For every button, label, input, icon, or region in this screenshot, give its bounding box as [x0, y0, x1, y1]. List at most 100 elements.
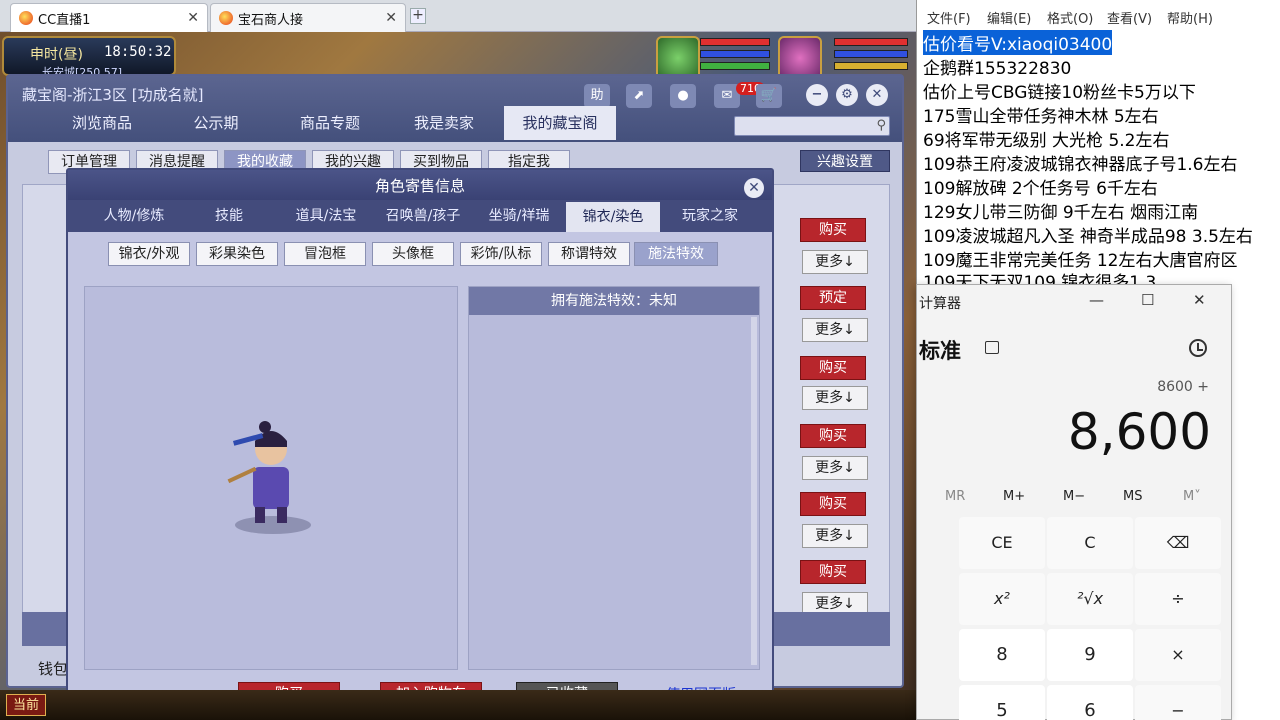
browser-tab-cc-live[interactable]: CC直播1 ✕ [10, 3, 208, 32]
subtab-outfit[interactable]: 锦衣/外观 [108, 242, 190, 266]
tab-browse[interactable]: 浏览商品 [48, 106, 156, 140]
notepad-line[interactable]: 129女儿带三防御 9千左右 烟雨江南 [923, 198, 1198, 223]
memory-list-button[interactable]: M˅ [1183, 489, 1201, 504]
subtab-bubble[interactable]: 冒泡框 [284, 242, 366, 266]
buy-button[interactable]: 购买 [800, 560, 866, 584]
new-tab-button[interactable]: + [410, 8, 426, 24]
current-channel-button[interactable]: 当前 [6, 694, 46, 716]
keep-on-top-icon[interactable] [985, 341, 999, 354]
digit-8-button[interactable]: 8 [959, 629, 1045, 681]
subtab-avatar-frame[interactable]: 头像框 [372, 242, 454, 266]
player-mp-bar [834, 50, 908, 58]
tab-public[interactable]: 公示期 [162, 106, 270, 140]
memory-add-button[interactable]: M+ [1003, 489, 1025, 504]
buy-button[interactable]: 购买 [800, 218, 866, 242]
backspace-button[interactable]: ⌫ [1135, 517, 1221, 569]
subtab-dye[interactable]: 彩果染色 [196, 242, 278, 266]
more-button[interactable]: 更多↓ [802, 250, 868, 274]
divide-button[interactable]: ÷ [1135, 573, 1221, 625]
memory-store-button[interactable]: MS [1123, 489, 1142, 504]
tab-close-icon[interactable]: ✕ [187, 10, 199, 26]
notepad-line[interactable]: 109解放碑 2个任务号 6千左右 [923, 174, 1158, 199]
character-sprite [227, 421, 311, 534]
scrollbar[interactable] [751, 317, 757, 665]
reserve-button[interactable]: 预定 [800, 286, 866, 310]
wallet-label: 钱包 [38, 660, 69, 678]
close-icon[interactable]: ✕ [1193, 291, 1206, 309]
dialog-close-icon[interactable]: ✕ [744, 178, 764, 198]
square-button[interactable]: x² [959, 573, 1045, 625]
square-root-button[interactable]: ²√x [1047, 573, 1133, 625]
menu-edit[interactable]: 编辑(E) [977, 0, 1037, 30]
cbg-title: 藏宝阁-浙江3区 [功成名就] [22, 86, 204, 104]
search-icon[interactable]: ⚲ [876, 118, 886, 133]
tab-topics[interactable]: 商品专题 [276, 106, 384, 140]
history-icon[interactable] [1189, 339, 1207, 357]
pet-exp-bar [700, 62, 770, 70]
interest-settings-button[interactable]: 兴趣设置 [800, 150, 890, 172]
subtab-spell-effect[interactable]: 施法特效 [634, 242, 718, 266]
cbg-header: 藏宝阁-浙江3区 [功成名就] 助 ⬈ ● ✉ 710 🛒 − ⚙ ✕ 浏览商品… [8, 76, 902, 142]
buy-button[interactable]: 购买 [800, 492, 866, 516]
help-icon[interactable]: 助 [584, 84, 610, 108]
minimize-icon[interactable]: — [1089, 291, 1104, 309]
notepad-line[interactable]: 估价看号V:xiaoqi03400 [923, 30, 1113, 55]
calculator-mode[interactable]: 标准 [919, 335, 961, 365]
tab-character[interactable]: 人物/修炼 [90, 200, 178, 232]
tab-home[interactable]: 玩家之家 [666, 200, 754, 232]
digit-6-button[interactable]: 6 [1047, 685, 1133, 720]
buy-button[interactable]: 购买 [800, 424, 866, 448]
calculator-window: 计算器 — ☐ ✕ 标准 8600 + 8,600 MR M+ M− MS M˅… [916, 284, 1232, 720]
tab-seller[interactable]: 我是卖家 [390, 106, 498, 140]
game-client-area[interactable]: CC直播1 ✕ 宝石商人接 ✕ + 申时(昼) 18:50:32 长安城[250… [0, 0, 916, 720]
clock-period: 申时(昼) [30, 47, 83, 63]
clear-button[interactable]: C [1047, 517, 1133, 569]
menu-help[interactable]: 帮助(H) [1157, 0, 1217, 30]
memory-subtract-button[interactable]: M− [1063, 489, 1085, 504]
more-button[interactable]: 更多↓ [802, 318, 868, 342]
multiply-button[interactable]: × [1135, 629, 1221, 681]
tab-mounts[interactable]: 坐骑/祥瑞 [472, 200, 566, 232]
pet-mp-bar [700, 50, 770, 58]
notepad-line[interactable]: 109凌波城超凡入圣 神奇半成品98 3.5左右 [923, 222, 1253, 247]
more-button[interactable]: 更多↓ [802, 524, 868, 548]
more-button[interactable]: 更多↓ [802, 386, 868, 410]
cart-icon[interactable]: 🛒 [756, 84, 782, 108]
minimize-icon[interactable]: − [806, 84, 828, 106]
notepad-line[interactable]: 69将军带无级别 大光枪 5.2左右 [923, 126, 1169, 151]
close-icon[interactable]: ✕ [866, 84, 888, 106]
menu-format[interactable]: 格式(O) [1037, 0, 1097, 30]
maximize-icon[interactable]: ☐ [1141, 291, 1154, 309]
spell-effect-panel: 拥有施法特效：未知 [468, 286, 760, 670]
digit-9-button[interactable]: 9 [1047, 629, 1133, 681]
browser-tab-gem-merchant[interactable]: 宝石商人接 ✕ [210, 3, 406, 32]
subtab-decoration[interactable]: 彩饰/队标 [460, 242, 542, 266]
tab-skills[interactable]: 技能 [186, 200, 272, 232]
cc-favicon-icon [19, 11, 33, 25]
settings-gear-icon[interactable]: ⚙ [836, 84, 858, 106]
clear-entry-button[interactable]: CE [959, 517, 1045, 569]
more-button[interactable]: 更多↓ [802, 456, 868, 480]
tab-pets[interactable]: 召唤兽/孩子 [374, 200, 472, 232]
digit-5-button[interactable]: 5 [959, 685, 1045, 720]
tab-items[interactable]: 道具/法宝 [278, 200, 374, 232]
calculator-expression: 8600 + [1157, 379, 1209, 395]
menu-view[interactable]: 查看(V) [1097, 0, 1157, 30]
subtract-button[interactable]: − [1135, 685, 1221, 720]
player-hp-bar [834, 38, 908, 46]
dialog-title: 角色寄售信息 [374, 177, 465, 195]
notepad-line[interactable]: 企鹅群155322830 [923, 54, 1071, 79]
buy-button[interactable]: 购买 [800, 356, 866, 380]
notepad-line[interactable]: 109恭王府凌波城锦衣神器底子号1.6左右 [923, 150, 1237, 175]
tab-outfits[interactable]: 锦衣/染色 [566, 202, 660, 232]
menu-file[interactable]: 文件(F) [917, 0, 977, 30]
notepad-line[interactable]: 估价上号CBG链接10粉丝卡5万以下 [923, 78, 1196, 103]
share-icon[interactable]: ⬈ [626, 84, 652, 108]
subtab-title-effect[interactable]: 称谓特效 [548, 242, 630, 266]
tab-my-cbg[interactable]: 我的藏宝阁 [504, 106, 616, 140]
record-icon[interactable]: ● [670, 84, 696, 108]
tab-close-icon[interactable]: ✕ [385, 10, 397, 26]
notepad-line[interactable]: 175雪山全带任务神木林 5左右 [923, 102, 1159, 127]
memory-recall-button[interactable]: MR [945, 489, 965, 504]
search-input[interactable]: ⚲ [734, 116, 890, 136]
